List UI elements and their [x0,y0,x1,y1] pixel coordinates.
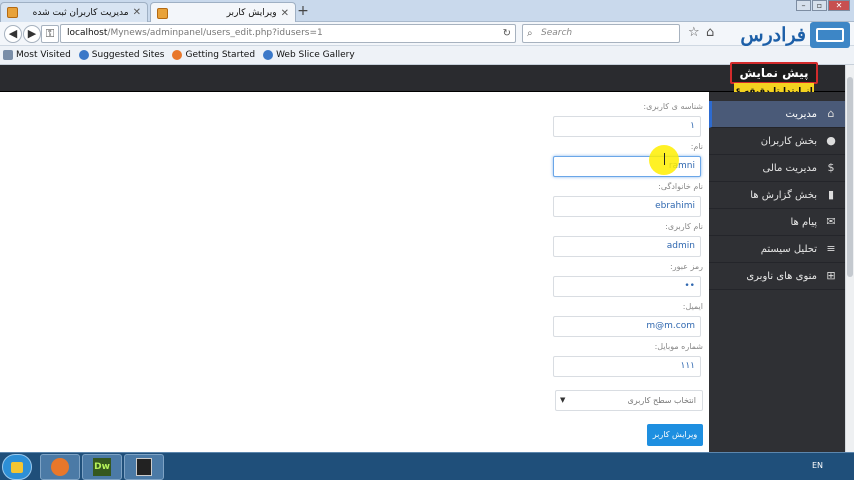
arrow-left-icon: ◀ [8,27,18,40]
sidebar-item-users[interactable]: بخش کاربران ● [709,128,845,155]
sidebar-item-label: پیام ها [790,216,817,228]
bookmark-label: Most Visited [16,50,71,60]
username-field[interactable]: admin [553,236,701,257]
arrow-right-icon: ▶ [27,27,37,40]
url-bar[interactable]: localhost/Mynews/adminpanel/users_edit.p… [60,24,516,43]
field-label-first-name: نام: [690,142,703,151]
dreamweaver-icon: Dw [93,458,111,476]
site-identity-button[interactable]: ⚿ [41,25,59,43]
text-cursor-icon [664,153,665,165]
field-label-password: رمز عبور: [670,262,703,271]
scrollbar-thumb[interactable] [847,77,853,277]
brand-text: فرادرس [740,24,806,46]
maximize-button[interactable]: ▫ [812,0,827,11]
sidebar-item-label: منوی های ناوبری [746,270,817,282]
taskbar-firefox[interactable] [40,454,80,480]
start-button[interactable] [2,454,32,480]
bookmark-label: Getting Started [185,50,256,60]
sidebar-item-label: بخش کاربران [760,135,817,147]
email-field[interactable]: m@m.com [553,316,701,337]
language-indicator[interactable]: EN [812,461,823,470]
firefox-icon [51,458,69,476]
key-icon: ⚿ [45,27,55,40]
envelope-icon: ✉ [826,215,836,228]
bookmark-star-icon[interactable]: ☆ [688,25,700,40]
sidebar-item-label: مدیریت [785,108,817,120]
url-path: /Mynews/adminpanel/users_edit.php?iduser… [107,28,323,38]
user-id-field[interactable]: ۱ [553,116,701,137]
home-icon: ⌂ [827,107,835,120]
search-icon: ⌕ [527,28,533,39]
search-input[interactable]: ⌕ Search [522,24,680,43]
user-level-select[interactable]: انتخاب سطح کاربری ▼ [555,390,703,411]
taskbar-recorder[interactable] [124,454,164,480]
tab-title: مدیریت کاربران ثبت شده [32,7,129,18]
brand-mark-icon [810,22,850,48]
bookmark-suggested-sites[interactable]: Suggested Sites [78,50,165,60]
minimize-button[interactable]: – [796,0,811,11]
tab-title: ویرایش کاربر [226,8,277,18]
sidebar-item-system-analysis[interactable]: تحلیل سیستم ≡ [709,236,845,263]
user-level-select-placeholder: انتخاب سطح کاربری [627,396,696,405]
edit-user-button[interactable]: ویرایش کاربر [647,424,703,446]
windows-taskbar: Dw EN [0,452,854,480]
firefox-icon [172,50,183,60]
reload-icon[interactable]: ↻ [503,25,511,42]
search-placeholder: Search [541,28,573,38]
sidebar-item-finance[interactable]: مدیریت مالی $ [709,155,845,182]
video-recorder-icon [136,458,152,476]
money-icon: $ [827,161,835,174]
admin-top-bar [0,65,845,92]
ie-icon [78,50,89,60]
caret-down-icon: ▼ [560,396,566,404]
tab-edit-user[interactable]: ✕ ویرایش کاربر [150,2,296,23]
favicon-icon [7,7,18,18]
ie-icon [263,50,274,60]
bookmark-label: Web Slice Gallery [276,50,355,60]
tab-close-icon[interactable]: ✕ [281,8,289,19]
taskbar-dreamweaver[interactable]: Dw [82,454,122,480]
forward-button[interactable]: ▶ [23,25,41,43]
field-label-email: ایمیل: [682,302,703,311]
sitemap-icon: ⊞ [826,269,836,282]
close-window-button[interactable]: ✕ [828,0,850,11]
bar-chart-icon: ▮ [827,188,835,201]
admin-sidebar: مدیریت ⌂ بخش کاربران ● مدیریت مالی $ بخش… [709,92,845,452]
field-label-last-name: نام خانوادگی: [658,182,703,191]
back-button[interactable]: ◀ [4,25,22,43]
bookmark-web-slice-gallery[interactable]: Web Slice Gallery [263,50,355,60]
sidebar-item-reports[interactable]: بخش گزارش ها ▮ [709,182,845,209]
sidebar-item-messages[interactable]: پیام ها ✉ [709,209,845,236]
sidebar-item-label: تحلیل سیستم [760,243,817,255]
tab-registered-users[interactable]: ✕ مدیریت کاربران ثبت شده [0,2,148,22]
database-icon: ≡ [826,242,836,255]
bookmark-most-visited[interactable]: Most Visited [3,50,71,60]
sidebar-item-label: مدیریت مالی [762,162,817,174]
password-field[interactable]: •• [553,276,701,297]
window-controls: – ▫ ✕ [796,0,850,11]
new-tab-button[interactable]: + [296,3,310,19]
url-host: localhost [67,28,108,38]
preview-banner-title: پیش نمایش [730,62,818,84]
sidebar-item-label: بخش گزارش ها [750,189,817,201]
folder-icon [3,50,13,60]
favicon-icon [157,7,168,19]
field-label-mobile: شماره موبایل: [654,342,703,351]
page-scrollbar[interactable] [845,65,854,452]
user-icon: ● [826,134,836,147]
sidebar-item-admin[interactable]: مدیریت ⌂ [709,101,845,128]
bookmark-label: Suggested Sites [91,50,165,60]
tab-close-icon[interactable]: ✕ [133,7,141,18]
mobile-field[interactable]: ۱۱۱ [553,356,701,377]
field-label-username: نام کاربری: [665,222,703,231]
bookmark-getting-started[interactable]: Getting Started [172,50,255,60]
watermark-logo: فرادرس [710,18,850,52]
field-label-user-id: شناسه ی کاربری: [643,102,703,111]
sidebar-item-navigation-menus[interactable]: منوی های ناوبری ⊞ [709,263,845,290]
last-name-field[interactable]: ebrahimi [553,196,701,217]
